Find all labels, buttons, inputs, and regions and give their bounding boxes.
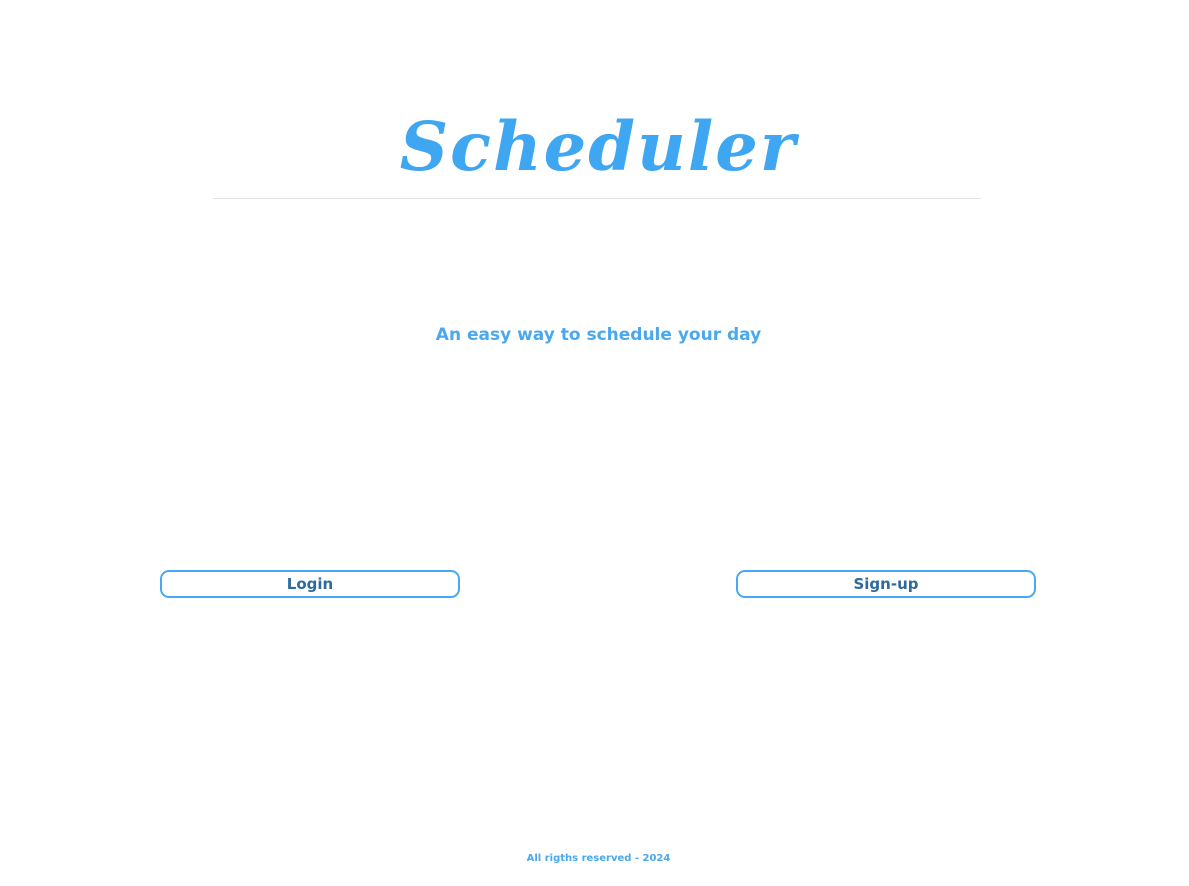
landing-page: Scheduler An easy way to schedule your d… <box>0 0 1189 886</box>
tagline: An easy way to schedule your day <box>435 325 762 345</box>
footer-copyright: All rigths reserved - 2024 <box>526 853 671 864</box>
header-divider <box>213 198 981 199</box>
app-title: Scheduler <box>399 107 798 186</box>
signup-button[interactable]: Sign-up <box>736 570 1036 598</box>
login-button[interactable]: Login <box>160 570 460 598</box>
